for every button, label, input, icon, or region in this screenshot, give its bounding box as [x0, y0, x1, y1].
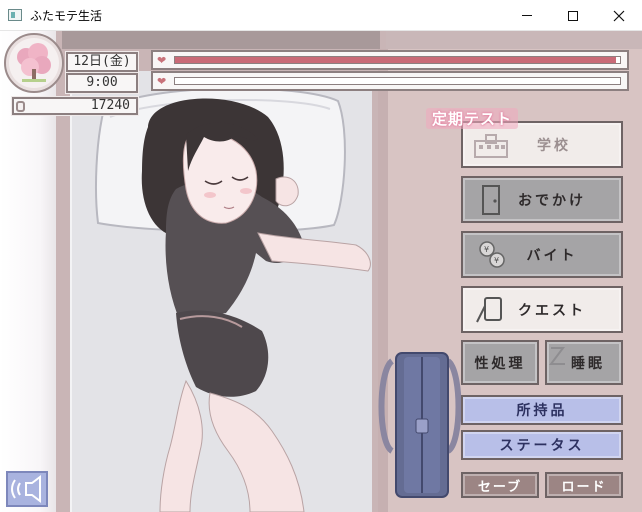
parttime-button[interactable]: ¥ ¥ バイト: [461, 231, 623, 278]
svg-text:¥: ¥: [494, 256, 502, 265]
date-display: 12日(金): [66, 52, 138, 72]
character-arm: [257, 232, 371, 272]
close-icon: [613, 10, 625, 21]
load-button[interactable]: ロード: [545, 472, 623, 498]
game-viewport: 12日(金) 9:00 17240 ❤ ❤ 学校 定期テスト おでかけ ¥ ¥ …: [0, 31, 642, 512]
character-legs: [208, 392, 305, 512]
relief-button[interactable]: 性処理: [461, 340, 539, 385]
affection-track: [174, 77, 621, 85]
speaker-icon: [11, 475, 41, 503]
affection-bar: ❤: [151, 71, 629, 91]
status-label: ステータス: [499, 438, 585, 454]
minimize-button[interactable]: [504, 0, 550, 31]
school-building-icon: [474, 133, 508, 158]
stamina-bar: ❤: [151, 50, 629, 70]
stamina-track: [174, 56, 621, 64]
heart-icon: ❤: [157, 54, 167, 67]
door-icon: [482, 184, 500, 215]
money-display: 17240: [12, 97, 138, 115]
sleep-button[interactable]: 睡眠: [545, 340, 623, 385]
status-button[interactable]: ステータス: [461, 430, 623, 460]
maximize-button[interactable]: [550, 0, 596, 31]
sound-button[interactable]: [6, 471, 48, 507]
notebook-pen-icon: [476, 296, 502, 322]
sakura-tree-icon: [17, 43, 51, 82]
relief-label: 性処理: [474, 355, 526, 372]
yen-coins-icon: ¥ ¥: [479, 240, 505, 268]
quest-label: クエスト: [518, 302, 586, 319]
save-label: セーブ: [477, 479, 523, 495]
zzz-icon: [549, 347, 565, 365]
suitcase: [378, 352, 462, 498]
character-shorts: [176, 310, 269, 397]
items-label: 所持品: [516, 403, 568, 419]
window-title: ふたモテ生活: [30, 9, 103, 23]
season-badge: [4, 33, 64, 93]
title-bar: ふたモテ生活: [0, 0, 642, 31]
quest-button[interactable]: クエスト: [461, 286, 623, 333]
exam-event-label: 定期テスト: [426, 108, 519, 129]
save-button[interactable]: セーブ: [461, 472, 539, 498]
minimize-icon: [522, 15, 532, 16]
outing-button[interactable]: おでかけ: [461, 176, 623, 223]
load-label: ロード: [561, 479, 607, 495]
parttime-label: バイト: [526, 247, 578, 264]
money-value: 17240: [90, 98, 130, 113]
heart-icon: ❤: [157, 75, 167, 88]
maximize-icon: [568, 10, 578, 21]
close-button[interactable]: [596, 0, 642, 31]
time-display: 9:00: [66, 73, 138, 93]
sleep-label: 睡眠: [571, 355, 605, 372]
app-icon: [8, 9, 22, 21]
items-button[interactable]: 所持品: [461, 395, 623, 425]
school-label: 学校: [537, 137, 571, 154]
coin-icon: [16, 101, 25, 112]
svg-text:¥: ¥: [484, 245, 492, 254]
stamina-fill: [175, 57, 616, 63]
outing-label: おでかけ: [518, 192, 586, 209]
